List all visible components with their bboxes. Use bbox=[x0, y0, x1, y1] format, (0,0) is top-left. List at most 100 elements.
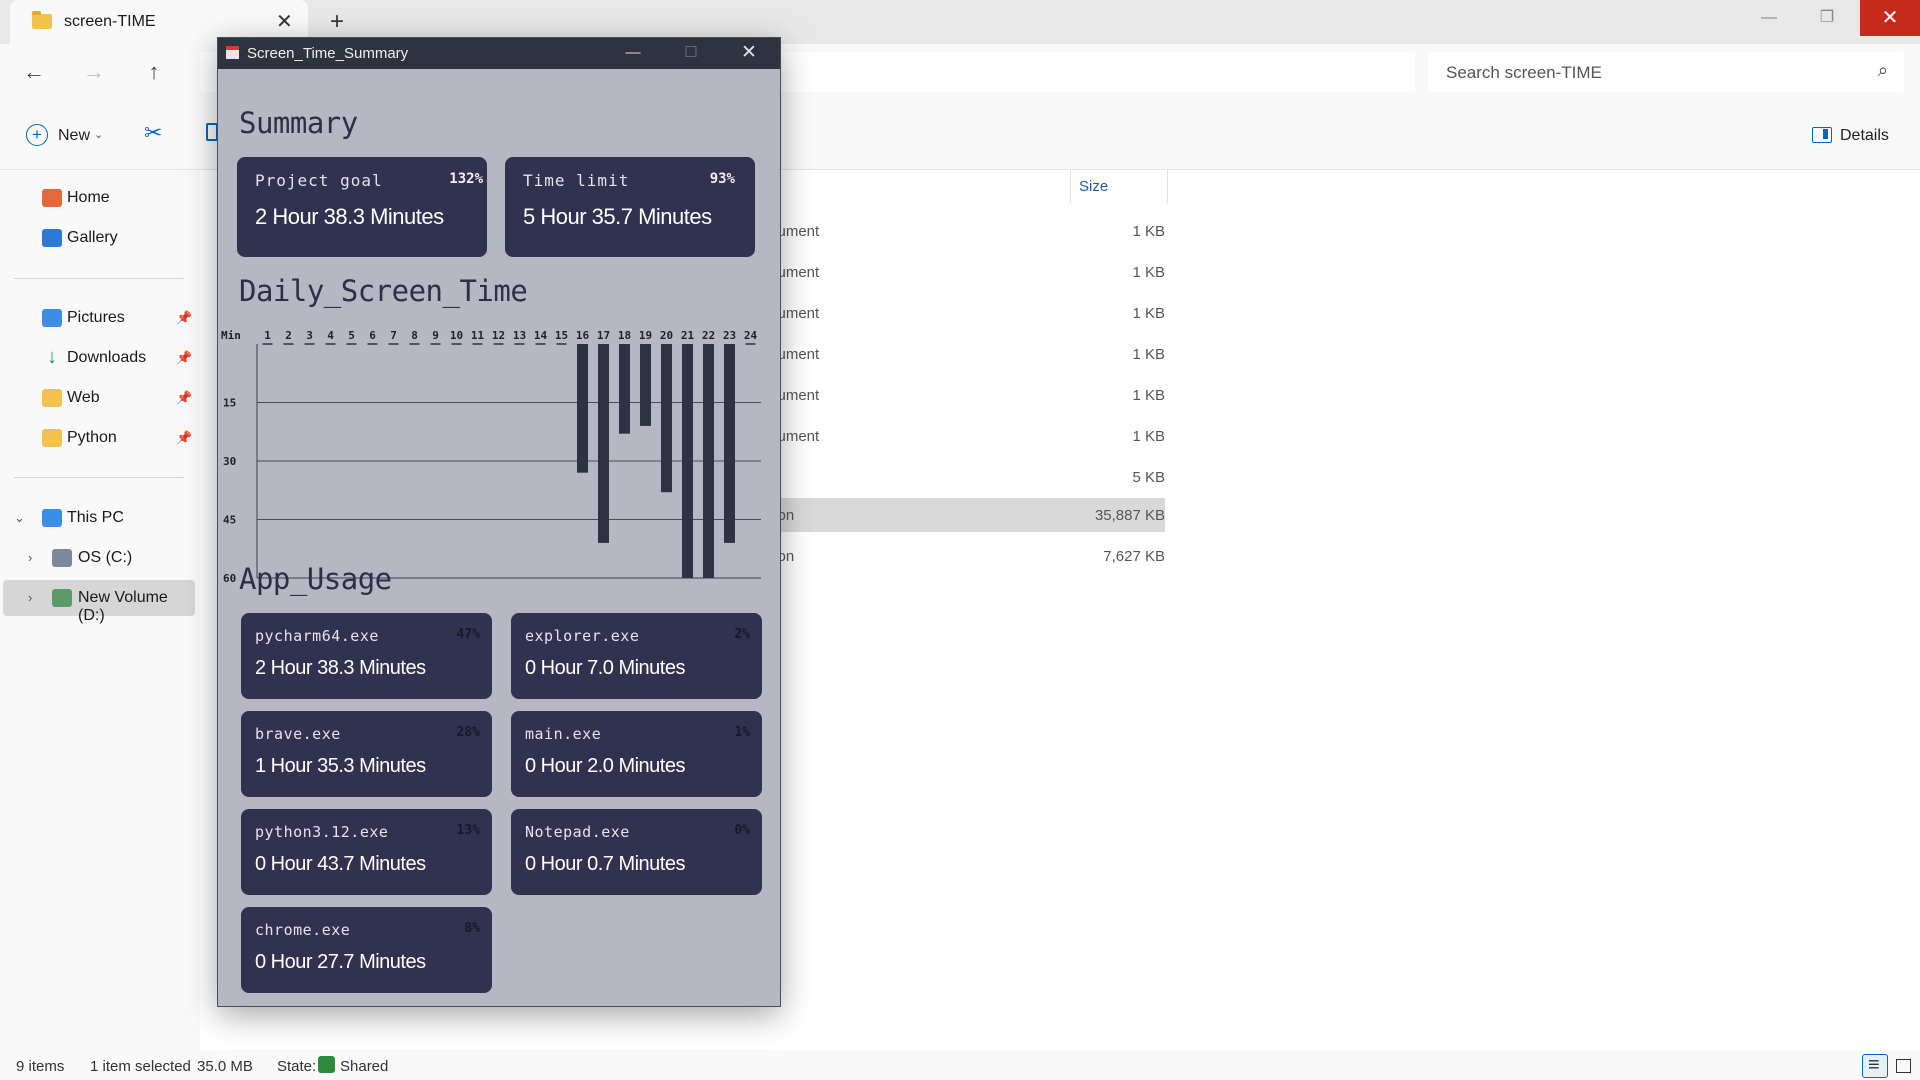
pin-icon[interactable]: 📌 bbox=[176, 310, 192, 326]
sidebar-item-this-pc[interactable]: ⌄ This PC bbox=[0, 500, 200, 536]
x-tick-label: 16 bbox=[576, 329, 590, 342]
status-bar: 9 items 1 item selected 35.0 MB State: S… bbox=[0, 1050, 1920, 1080]
sidebar-item-os-c[interactable]: › OS (C:) bbox=[0, 540, 200, 576]
folder-icon bbox=[42, 429, 62, 447]
cut-icon[interactable]: ✂ bbox=[144, 120, 162, 146]
bar bbox=[724, 344, 735, 543]
details-label: Details bbox=[1840, 127, 1889, 144]
x-tick-label: 22 bbox=[702, 329, 715, 342]
x-tick-label: 11 bbox=[471, 329, 485, 342]
bar bbox=[640, 344, 651, 426]
tab-close-icon[interactable]: ✕ bbox=[276, 9, 293, 34]
x-tick-label: 18 bbox=[618, 329, 631, 342]
sidebar-item-web[interactable]: Web 📌 bbox=[0, 380, 200, 416]
sidebar-item-python[interactable]: Python 📌 bbox=[0, 420, 200, 456]
chevron-right-icon[interactable]: › bbox=[28, 590, 32, 605]
sidebar-item-label: OS (C:) bbox=[78, 549, 133, 566]
window-restore-button[interactable]: ❐ bbox=[1798, 0, 1856, 36]
sidebar-item-label: Gallery bbox=[67, 229, 118, 246]
sidebar-item-new-volume[interactable]: › New Volume (D:) bbox=[3, 580, 195, 624]
x-tick-label: 24 bbox=[744, 329, 758, 342]
column-header-size[interactable]: Size bbox=[1070, 170, 1168, 204]
pin-icon[interactable]: 📌 bbox=[176, 350, 192, 366]
file-size: 1 KB bbox=[1132, 264, 1165, 281]
sidebar-item-label: Pictures bbox=[67, 309, 125, 326]
sidebar-item-gallery[interactable]: Gallery bbox=[0, 220, 200, 256]
chevron-down-icon: ⌄ bbox=[94, 129, 104, 141]
forward-arrow-icon[interactable]: → bbox=[78, 56, 110, 88]
folder-icon bbox=[32, 11, 52, 29]
x-tick-label: 3 bbox=[306, 329, 313, 342]
pin-icon[interactable]: 📌 bbox=[176, 430, 192, 446]
shared-icon bbox=[318, 1056, 335, 1073]
chevron-down-icon[interactable]: ⌄ bbox=[14, 510, 25, 526]
x-tick-label: 20 bbox=[660, 329, 673, 342]
app-percent: 47% bbox=[456, 627, 480, 642]
app-name: python3.12.exe bbox=[255, 823, 389, 841]
state-value: Shared bbox=[340, 1058, 389, 1075]
new-label: New bbox=[58, 127, 91, 144]
back-arrow-icon[interactable]: ← bbox=[18, 56, 50, 88]
card-percent: 132% bbox=[449, 171, 483, 187]
sidebar-item-label: Web bbox=[67, 389, 100, 406]
item-count: 9 items bbox=[16, 1058, 65, 1075]
app-time: 1 Hour 35.3 Minutes bbox=[255, 755, 426, 777]
app-percent: 1% bbox=[734, 725, 750, 740]
bar bbox=[682, 344, 693, 578]
sidebar: Home Gallery Pictures 📌 ↓ Downloads 📌 We… bbox=[0, 170, 200, 1050]
pin-icon[interactable]: 📌 bbox=[176, 390, 192, 406]
minimize-button[interactable]: — bbox=[604, 38, 662, 69]
daily-screen-time-title: Daily_Screen_Time bbox=[239, 274, 528, 308]
app-time: 0 Hour 27.7 Minutes bbox=[255, 951, 426, 973]
card-label: Time limit bbox=[523, 171, 630, 190]
search-icon: ⌕ bbox=[1877, 60, 1888, 80]
file-row[interactable]: cument 1 KB bbox=[770, 378, 1165, 412]
app-percent: 13% bbox=[456, 823, 480, 838]
window-close-button[interactable]: ✕ bbox=[1860, 0, 1920, 36]
app-name: explorer.exe bbox=[525, 627, 640, 645]
window-minimize-button[interactable]: — bbox=[1740, 0, 1798, 36]
chevron-right-icon[interactable]: › bbox=[28, 550, 32, 565]
file-row[interactable]: 5 KB bbox=[770, 460, 1165, 494]
sidebar-item-pictures[interactable]: Pictures 📌 bbox=[0, 300, 200, 336]
app-card-pycharm: pycharm64.exe 47% 2 Hour 38.3 Minutes bbox=[241, 613, 492, 699]
file-size: 35,887 KB bbox=[1094, 507, 1165, 524]
app-name: chrome.exe bbox=[255, 921, 351, 939]
file-size: 7,627 KB bbox=[1103, 548, 1165, 565]
sidebar-item-downloads[interactable]: ↓ Downloads 📌 bbox=[0, 340, 200, 376]
card-value: 5 Hour 35.7 Minutes bbox=[523, 204, 712, 229]
file-row[interactable]: cument 1 KB bbox=[770, 214, 1165, 248]
up-arrow-icon[interactable]: ↑ bbox=[138, 56, 170, 88]
app-card-brave: brave.exe 28% 1 Hour 35.3 Minutes bbox=[241, 711, 492, 797]
window-titlebar[interactable]: Screen_Time_Summary — ☐ ✕ bbox=[218, 38, 780, 69]
gallery-icon bbox=[42, 229, 62, 247]
summary-card-time-limit: Time limit 93% 5 Hour 35.7 Minutes bbox=[505, 157, 755, 257]
file-row[interactable]: tion 7,627 KB bbox=[770, 539, 1165, 573]
card-percent: 93% bbox=[709, 171, 735, 187]
sidebar-item-label: New Volume (D:) bbox=[78, 589, 168, 624]
file-row[interactable]: cument 1 KB bbox=[770, 419, 1165, 453]
drive-icon bbox=[52, 549, 72, 567]
close-button[interactable]: ✕ bbox=[720, 38, 778, 69]
app-time: 0 Hour 0.7 Minutes bbox=[525, 853, 685, 875]
maximize-button[interactable]: ☐ bbox=[662, 38, 720, 69]
new-tab-icon[interactable]: + bbox=[330, 8, 344, 36]
file-size: 1 KB bbox=[1132, 387, 1165, 404]
file-row[interactable]: cument 1 KB bbox=[770, 255, 1165, 289]
selection-count: 1 item selected bbox=[90, 1058, 191, 1075]
file-row[interactable]: cument 1 KB bbox=[770, 337, 1165, 371]
sidebar-item-home[interactable]: Home bbox=[0, 180, 200, 216]
app-percent: 0% bbox=[734, 823, 750, 838]
file-row[interactable]: cument 1 KB bbox=[770, 296, 1165, 330]
sidebar-item-label: This PC bbox=[67, 509, 124, 526]
divider bbox=[14, 477, 184, 478]
app-time: 2 Hour 38.3 Minutes bbox=[255, 657, 426, 679]
x-tick-label: 9 bbox=[432, 329, 439, 342]
x-tick-label: 19 bbox=[639, 329, 652, 342]
x-tick-label: 14 bbox=[534, 329, 548, 342]
tiles-view-icon[interactable] bbox=[1896, 1059, 1911, 1073]
file-row-selected[interactable]: tion 35,887 KB bbox=[770, 498, 1165, 532]
details-view-icon[interactable] bbox=[1862, 1054, 1888, 1078]
search-input[interactable]: Search screen-TIME ⌕ bbox=[1428, 52, 1904, 92]
x-tick-label: 8 bbox=[411, 329, 418, 342]
